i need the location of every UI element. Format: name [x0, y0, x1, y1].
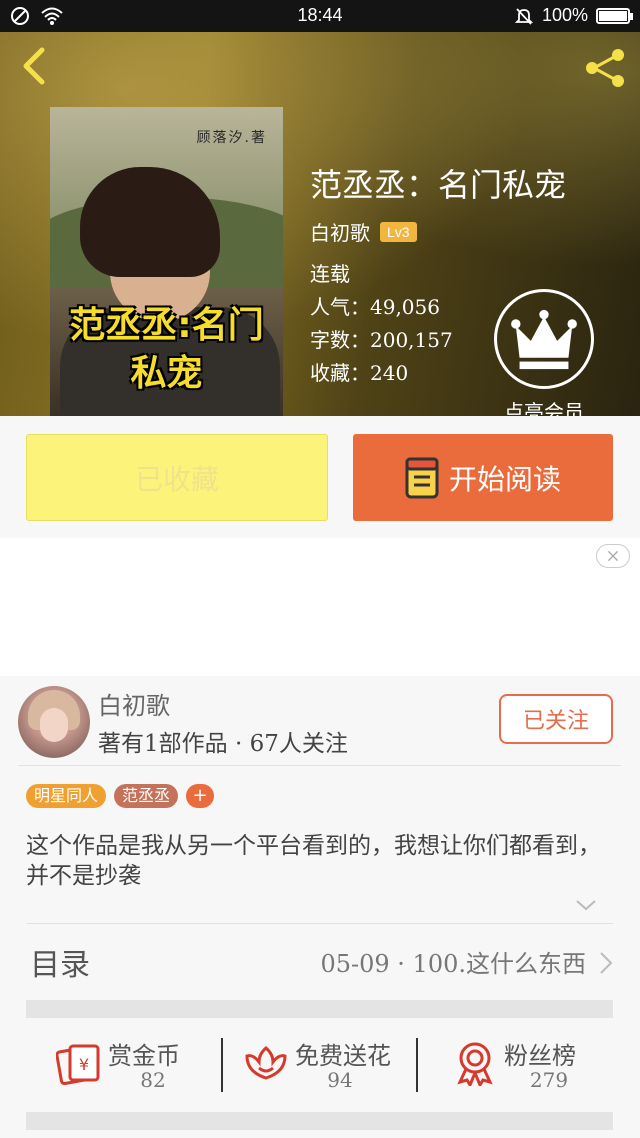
fan-rank-stat[interactable]: 粉丝榜 279	[452, 1036, 612, 1096]
mute-bell-icon	[514, 7, 534, 25]
svg-text:¥: ¥	[79, 1055, 89, 1074]
section-separator	[26, 1112, 613, 1130]
share-icon[interactable]	[582, 46, 628, 90]
tag-list: 明星同人 范丞丞 +	[26, 784, 215, 808]
crown-icon[interactable]	[494, 289, 594, 389]
follow-button[interactable]: 已关注	[499, 694, 613, 744]
section-separator	[26, 1000, 613, 1018]
book-info: 连载 人气：49,056 字数：200,157 收藏：240	[310, 260, 453, 392]
status-bar: 18:44 100%	[0, 0, 640, 32]
fan-rank-label: 粉丝榜	[504, 1042, 576, 1070]
cover-title-text: 范丞丞:名门 私宠	[69, 305, 264, 394]
popularity-count: 人气：49,056	[310, 295, 440, 319]
stats-row: ¥ 赏金币 82 免费送花 94 粉丝榜 279	[26, 1018, 613, 1112]
avatar[interactable]	[18, 686, 90, 758]
panel-author-name[interactable]: 白初歌	[98, 686, 170, 721]
close-icon[interactable]	[596, 544, 630, 568]
flower-count: 94	[327, 1068, 353, 1092]
vip-label[interactable]: 点亮会员	[490, 396, 598, 416]
chevron-down-icon[interactable]	[574, 896, 598, 914]
start-reading-label: 开始阅读	[448, 462, 561, 496]
reward-coin-count: 82	[140, 1068, 166, 1092]
tag-character[interactable]: 范丞丞	[114, 784, 179, 808]
author-name[interactable]: 白初歌	[310, 217, 370, 246]
author-panel: 白初歌 著有1部作品 · 67人关注 已关注 明星同人 范丞丞 + 这个作品是我…	[0, 676, 640, 1138]
divider	[26, 923, 613, 924]
author-stats: 著有1部作品 · 67人关注	[98, 731, 348, 757]
ad-banner	[0, 538, 640, 676]
latest-chapter: 05-09 · 100.这什么东西	[320, 950, 586, 978]
table-of-contents-row[interactable]: 目录 05-09 · 100.这什么东西	[26, 932, 616, 990]
start-reading-button[interactable]: 开始阅读	[353, 434, 613, 521]
reward-coin-icon: ¥	[56, 1044, 100, 1086]
serial-status: 连载	[310, 262, 350, 286]
level-badge: Lv3	[380, 221, 417, 242]
book-cover[interactable]: 顾落汐.著 范丞丞:名门 私宠	[50, 107, 283, 416]
collected-button[interactable]: 已收藏	[26, 434, 328, 521]
cover-author-text: 顾落汐.著	[196, 130, 267, 146]
divider	[416, 1038, 418, 1092]
flower-icon	[245, 1046, 287, 1080]
tag-genre[interactable]: 明星同人	[26, 784, 107, 808]
back-arrow-icon[interactable]	[16, 44, 56, 88]
favorites-count: 收藏：240	[310, 361, 409, 385]
battery-icon	[596, 7, 633, 24]
book-title: 范丞丞：名门私宠	[310, 166, 567, 204]
book-icon	[405, 457, 439, 498]
reward-coin-label: 赏金币	[108, 1042, 180, 1070]
add-tag-button[interactable]: +	[186, 784, 215, 808]
battery-percent: 100%	[541, 5, 588, 25]
divider	[221, 1038, 223, 1092]
word-count: 字数：200,157	[310, 328, 453, 352]
reward-coin-stat[interactable]: ¥ 赏金币 82	[56, 1036, 216, 1096]
author-row: 白初歌 Lv3	[310, 217, 417, 246]
fan-rank-icon	[457, 1042, 493, 1086]
toc-label: 目录	[30, 948, 90, 983]
divider	[18, 765, 621, 766]
flower-label: 免费送花	[295, 1042, 391, 1070]
chevron-right-icon	[600, 952, 613, 974]
flower-stat[interactable]: 免费送花 94	[243, 1036, 423, 1096]
fan-rank-count: 279	[529, 1068, 569, 1092]
book-header: 顾落汐.著 范丞丞:名门 私宠 范丞丞：名门私宠 白初歌 Lv3 连载 人气：4…	[0, 32, 640, 416]
book-description: 这个作品是我从另一个平台看到的，我想让你们都看到，并不是抄袭	[26, 833, 601, 889]
action-bar: 已收藏 开始阅读	[0, 416, 640, 538]
